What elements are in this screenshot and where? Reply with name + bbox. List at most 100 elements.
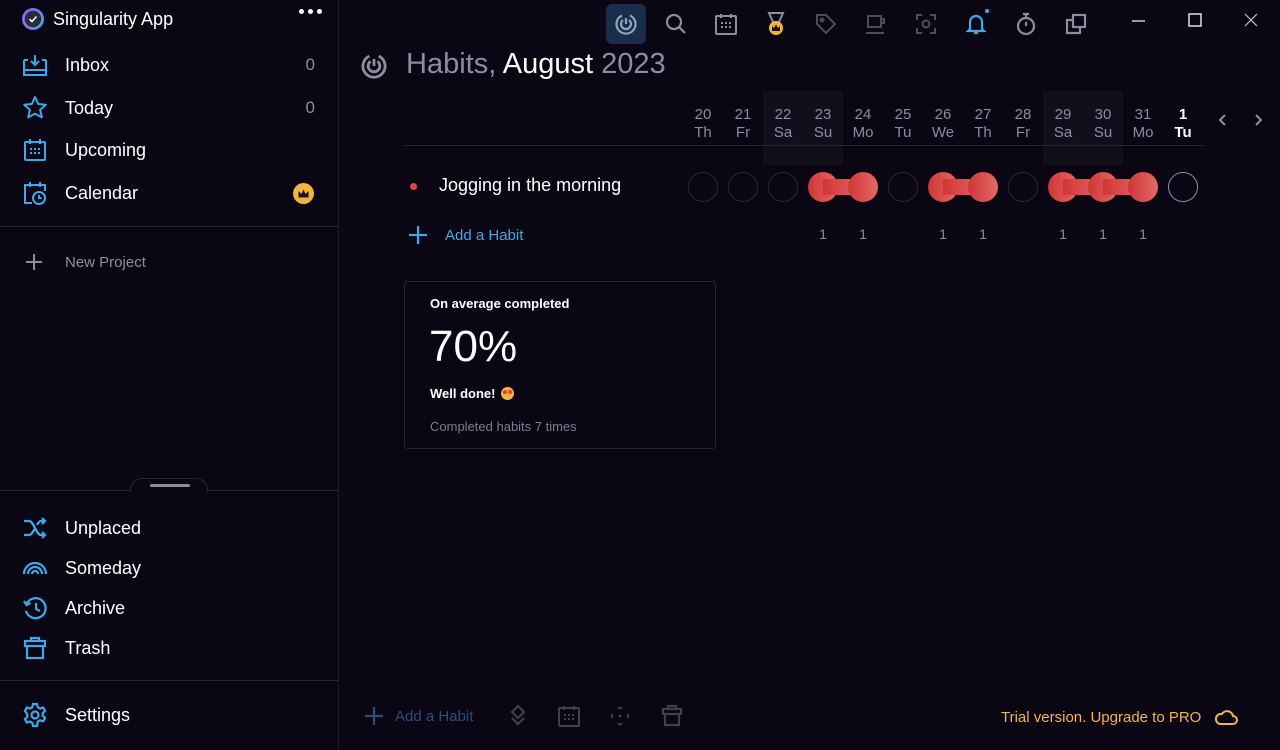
habit-streak-blob[interactable] (808, 172, 878, 202)
add-habit-button[interactable]: Add a Habit (407, 224, 523, 246)
calendar-icon (558, 706, 580, 727)
more-options-button[interactable] (299, 9, 322, 14)
history-icon (21, 594, 49, 622)
day-number: 31 (1134, 106, 1152, 123)
day-of-week: Fr (735, 124, 751, 141)
calendar-icon (715, 14, 737, 35)
praise-text: Well done! (430, 386, 496, 401)
bottom-add-habit-label: Add a Habit (395, 707, 474, 725)
day-completion-count: 1 (819, 226, 827, 242)
layers-button[interactable] (505, 703, 531, 729)
habits-title-icon (361, 54, 387, 79)
maximize-icon (1188, 13, 1202, 27)
plus-icon (365, 707, 383, 725)
minimize-button[interactable] (1116, 4, 1162, 34)
calendar-button[interactable] (706, 4, 746, 44)
sidebar-resize-handle[interactable] (130, 478, 208, 492)
sidebar-item-settings[interactable]: Settings (0, 695, 339, 735)
day-column-header: 29 Sa (1043, 106, 1083, 142)
habit-day-cell-empty[interactable] (1168, 172, 1198, 202)
minimize-icon (1132, 20, 1145, 22)
coffee-icon (866, 15, 885, 34)
day-column-header: 20 Th (683, 106, 723, 142)
upgrade-to-pro-link[interactable]: Trial version. Upgrade to PRO (1001, 707, 1239, 727)
day-number: 24 (854, 106, 872, 123)
sidebar-item-trash[interactable]: Trash (0, 628, 339, 668)
day-header-divider (404, 145, 1204, 146)
sidebar-item-inbox[interactable]: Inbox 0 (0, 45, 339, 85)
sidebar-item-label: Settings (65, 704, 131, 725)
tags-button[interactable] (806, 4, 846, 44)
tag-icon (816, 14, 837, 35)
habit-streak-blob[interactable] (1048, 172, 1158, 202)
move-button[interactable] (607, 703, 633, 729)
chevron-left-icon (1218, 114, 1226, 126)
habits-icon (615, 14, 637, 35)
day-completion-count: 1 (859, 226, 867, 242)
sidebar-item-unplaced[interactable]: Unplaced (0, 508, 339, 548)
copy-window-button[interactable] (1056, 4, 1096, 44)
next-week-button[interactable] (1247, 109, 1269, 131)
day-number: 26 (934, 106, 952, 123)
search-icon (665, 13, 686, 34)
stats-value: 70% (429, 322, 518, 371)
gear-icon (21, 701, 49, 729)
sidebar-item-someday[interactable]: Someday (0, 548, 339, 588)
day-of-week: Tu (894, 124, 912, 141)
habit-name[interactable]: Jogging in the morning (439, 175, 621, 196)
sidebar-item-calendar[interactable]: Calendar (0, 173, 339, 213)
close-button[interactable] (1228, 4, 1274, 34)
habit-day-cell-empty[interactable] (728, 172, 758, 202)
sidebar-item-label: Someday (65, 557, 142, 578)
app-header: Singularity App (22, 6, 322, 32)
day-completion-count: 1 (979, 226, 987, 242)
star-icon (21, 94, 49, 122)
notifications-button[interactable] (956, 4, 996, 44)
stats-title: On average completed (430, 296, 570, 311)
day-number: 25 (894, 106, 912, 123)
sidebar-item-today[interactable]: Today 0 (0, 88, 339, 128)
sidebar-item-label: Archive (65, 597, 126, 618)
maximize-button[interactable] (1172, 4, 1218, 34)
shuffle-icon (21, 514, 49, 542)
stopwatch-button[interactable] (1006, 4, 1046, 44)
habit-day-cell-empty[interactable] (688, 172, 718, 202)
title-month[interactable]: August (503, 48, 593, 80)
habit-day-cell-done[interactable] (848, 172, 878, 202)
delete-button[interactable] (659, 703, 685, 729)
habit-day-cell-empty[interactable] (768, 172, 798, 202)
habit-day-cell-empty[interactable] (888, 172, 918, 202)
habit-streak-blob[interactable] (928, 172, 998, 202)
day-of-week: Su (813, 124, 833, 141)
pro-medal-button[interactable] (756, 4, 796, 44)
habit-day-cell-empty[interactable] (1008, 172, 1038, 202)
focus-icon (916, 14, 936, 34)
sidebar-item-label: Inbox (65, 54, 110, 75)
prev-week-button[interactable] (1212, 109, 1234, 131)
plus-icon (26, 254, 42, 270)
medal-crown-icon (767, 12, 785, 35)
inbox-icon (21, 51, 49, 79)
sidebar-item-archive[interactable]: Archive (0, 588, 339, 628)
title-year[interactable]: 2023 (601, 48, 666, 80)
crown-icon (293, 182, 314, 204)
close-icon (1244, 13, 1258, 27)
habit-day-cell-done[interactable] (968, 172, 998, 202)
coffee-button[interactable] (856, 4, 896, 44)
title-prefix: Habits, (406, 48, 497, 80)
sidebar-item-label: Upcoming (65, 139, 147, 160)
day-number: 22 (774, 106, 792, 123)
schedule-button[interactable] (556, 703, 582, 729)
day-of-week: We (931, 124, 955, 141)
habits-button[interactable] (606, 4, 646, 44)
new-project-button[interactable]: New Project (0, 248, 339, 276)
sidebar-divider (0, 680, 339, 681)
chevron-right-icon (1255, 114, 1263, 126)
bottom-add-habit-button[interactable]: Add a Habit (363, 705, 473, 727)
day-number: 27 (974, 106, 992, 123)
habit-day-cell-done[interactable] (1128, 172, 1158, 202)
focus-button[interactable] (906, 4, 946, 44)
day-of-week: Sa (1053, 124, 1073, 141)
sidebar-item-upcoming[interactable]: Upcoming (0, 130, 339, 170)
search-button[interactable] (656, 4, 696, 44)
